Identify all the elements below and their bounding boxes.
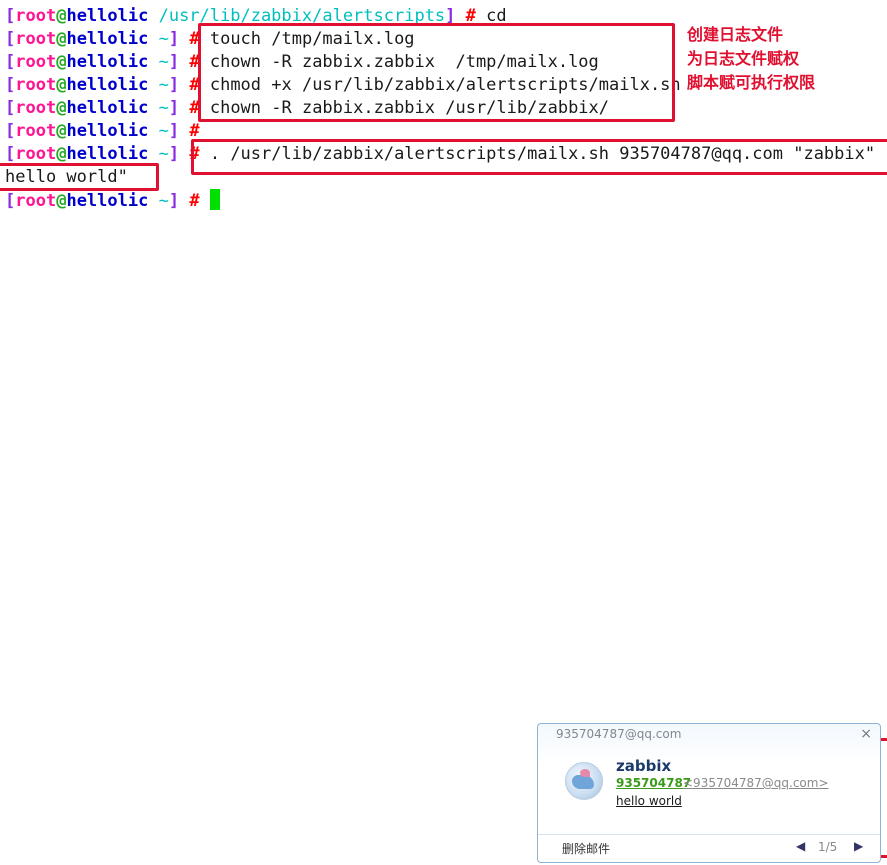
terminal-cursor[interactable]: [209, 189, 220, 210]
prompt-user: root: [15, 191, 57, 211]
annotation-script-exec: 脚本赋可执行权限: [687, 73, 816, 92]
close-icon[interactable]: ×: [860, 726, 872, 742]
prompt-user: root: [15, 29, 57, 49]
prompt-path: ~: [158, 144, 169, 164]
prompt-path: ~: [158, 29, 169, 49]
prompt-user: root: [15, 6, 57, 26]
highlight-box-script-call: [191, 139, 887, 175]
mail-from-name-link[interactable]: 935704787: [616, 776, 691, 790]
prompt-host: hellolic: [66, 29, 149, 49]
prompt-host: hellolic: [66, 52, 149, 72]
delete-mail-button[interactable]: 删除邮件: [562, 840, 610, 857]
prompt-at: @: [56, 191, 67, 211]
prompt-host: hellolic: [66, 6, 149, 26]
prompt-close-bracket: ]: [168, 144, 180, 164]
prompt-at: @: [56, 75, 67, 95]
prompt-user: root: [15, 52, 57, 72]
prompt-path: ~: [158, 75, 169, 95]
prompt-at: @: [56, 121, 67, 141]
prompt-host: hellolic: [66, 191, 149, 211]
notification-account: 935704787@qq.com: [556, 727, 682, 741]
prompt-user: root: [15, 75, 57, 95]
prompt-at: @: [56, 52, 67, 72]
sender-avatar: [565, 762, 603, 800]
prompt-open-bracket: [: [5, 98, 16, 118]
previous-arrow-icon[interactable]: ◀: [796, 839, 805, 853]
prompt-path: ~: [158, 98, 169, 118]
highlight-box-continuation: [0, 163, 159, 191]
prompt-close-bracket: ]: [168, 98, 180, 118]
popup-footer: 删除邮件 ◀ 1/5 ▶: [538, 834, 880, 865]
prompt-open-bracket: [: [5, 52, 16, 72]
annotation-create-log: 创建日志文件: [687, 25, 784, 44]
prompt-symbol: #: [189, 121, 200, 141]
next-arrow-icon[interactable]: ▶: [854, 839, 863, 853]
prompt-path: ~: [158, 121, 169, 141]
prompt-close-bracket: ]: [168, 191, 180, 211]
terminal-line: [root@hellolic ~] #: [5, 120, 210, 143]
prompt-close-bracket: ]: [168, 52, 180, 72]
highlight-box-commands: [198, 23, 675, 122]
mail-from-address-link[interactable]: <935704787@qq.com>: [683, 776, 829, 790]
prompt-at: @: [56, 6, 67, 26]
prompt-host: hellolic: [66, 144, 149, 164]
prompt-host: hellolic: [66, 121, 149, 141]
prompt-close-bracket: ]: [168, 75, 180, 95]
prompt-host: hellolic: [66, 98, 149, 118]
prompt-at: @: [56, 98, 67, 118]
prompt-open-bracket: [: [5, 144, 16, 164]
prompt-host: hellolic: [66, 75, 149, 95]
mail-notification-popup[interactable]: 935704787@qq.com × zabbix 935704787 <935…: [537, 723, 881, 863]
prompt-at: @: [56, 29, 67, 49]
prompt-user: root: [15, 144, 57, 164]
prompt-close-bracket: ]: [168, 29, 180, 49]
page-counter: 1/5: [818, 840, 838, 854]
prompt-user: root: [15, 121, 57, 141]
prompt-open-bracket: [: [5, 191, 16, 211]
prompt-at: @: [56, 144, 67, 164]
mail-sender-name[interactable]: zabbix: [616, 757, 671, 775]
annotation-log-permission: 为日志文件赋权: [687, 49, 800, 68]
prompt-open-bracket: [: [5, 75, 16, 95]
prompt-open-bracket: [: [5, 29, 16, 49]
penguin-feather-shape: [580, 769, 590, 777]
prompt-close-bracket: ]: [168, 121, 180, 141]
terminal-line: [root@hellolic ~] #: [5, 189, 220, 212]
mail-subject-link[interactable]: hello world: [616, 794, 682, 808]
prompt-path: ~: [158, 52, 169, 72]
prompt-symbol: #: [189, 191, 200, 211]
prompt-open-bracket: [: [5, 121, 16, 141]
prompt-open-bracket: [: [5, 6, 16, 26]
prompt-path: ~: [158, 191, 169, 211]
prompt-user: root: [15, 98, 57, 118]
penguin-body-shape: [572, 775, 594, 789]
